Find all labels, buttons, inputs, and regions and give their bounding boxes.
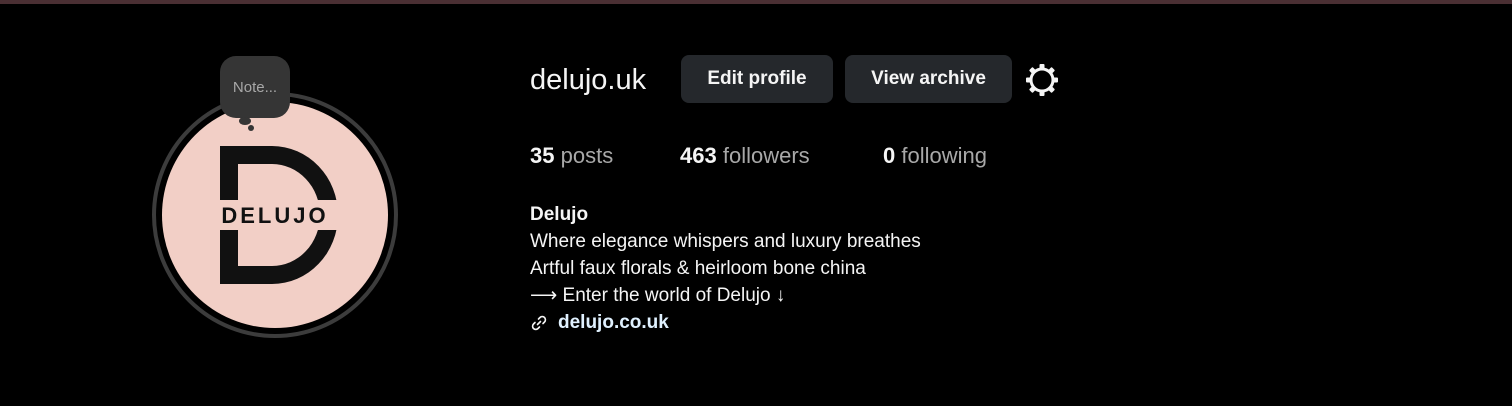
following-count: 0	[883, 143, 896, 168]
note-bubble[interactable]: Note...	[220, 56, 290, 118]
logo-wordmark: DELUJO	[221, 203, 328, 228]
following-stat[interactable]: 0 following	[883, 142, 987, 170]
top-accent-bar	[0, 0, 1512, 4]
website-link[interactable]: delujo.co.uk	[558, 309, 669, 336]
profile-avatar[interactable]: DELUJO	[152, 92, 398, 338]
followers-count: 463	[680, 143, 717, 168]
link-icon	[531, 315, 547, 330]
gear-icon[interactable]	[1024, 62, 1060, 98]
profile-bio: Delujo Where elegance whispers and luxur…	[530, 201, 921, 336]
profile-username: delujo.uk	[530, 64, 647, 96]
posts-label: posts	[560, 143, 614, 168]
edit-profile-button[interactable]: Edit profile	[681, 55, 833, 103]
bio-link-row[interactable]: delujo.co.uk	[530, 309, 921, 336]
note-placeholder: Note...	[232, 78, 278, 96]
avatar-ring: DELUJO	[152, 92, 398, 338]
delujo-logo: DELUJO	[212, 146, 342, 284]
note-bubble-tail	[239, 117, 251, 125]
bio-line-1: Where elegance whispers and luxury breat…	[530, 231, 921, 252]
bio-line-2: Artful faux florals & heirloom bone chin…	[530, 258, 866, 279]
following-label: following	[901, 143, 987, 168]
followers-stat[interactable]: 463 followers	[680, 142, 810, 170]
bio-display-name: Delujo	[530, 204, 589, 225]
followers-label: followers	[722, 143, 810, 168]
avatar-image: DELUJO	[162, 102, 388, 328]
posts-count: 35	[530, 143, 555, 168]
view-archive-button[interactable]: View archive	[845, 55, 1012, 103]
note-bubble-tail-dot	[248, 125, 254, 131]
bio-line-3: ⟶ Enter the world of Delujo ↓	[530, 285, 786, 306]
posts-stat: 35 posts	[530, 142, 613, 170]
